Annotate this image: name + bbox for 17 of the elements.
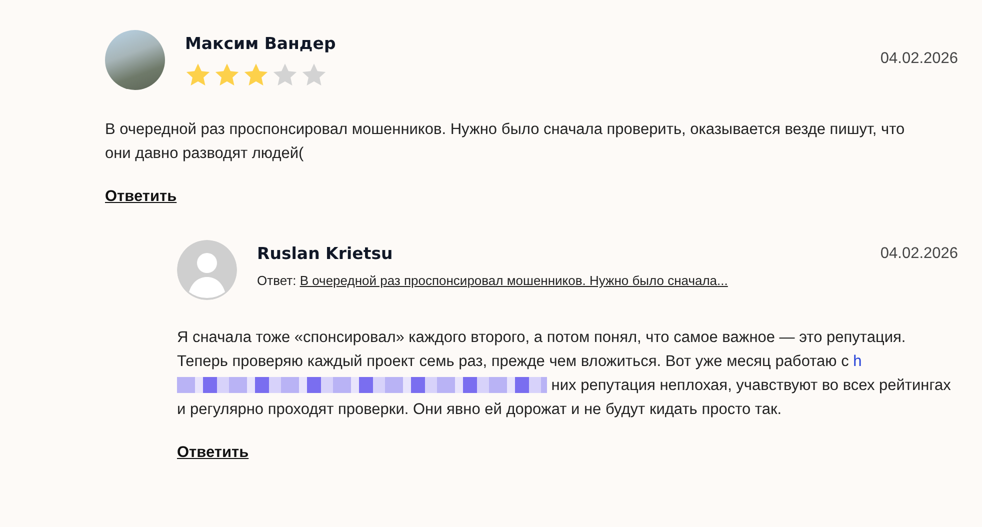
comment-date: 04.02.2026: [880, 244, 958, 263]
star-icon: [185, 62, 211, 88]
author-name: Ruslan Krietsu: [257, 244, 394, 263]
star-icon: [272, 62, 298, 88]
reply-to-link[interactable]: В очередной раз проспонсировал мошенников. Нужно было сначала...: [300, 273, 728, 288]
author-name: Максим Вандер: [185, 34, 337, 53]
star-icon: [243, 62, 269, 88]
star-icon: [301, 62, 327, 88]
avatar-silhouette-icon: [177, 240, 237, 300]
reply-link[interactable]: Ответить: [105, 188, 177, 206]
comment-text: Я сначала тоже «спонсировал» каждого второго, а потом понял, что самое важное — это репутация. Теперь проверяю каждый проект семь раз, прежде чем вложиться. Вот уже месяц работаю с h них репутация неплохая, учавствуют во всех рейтингах и регулярно проходят проверки. Они явно ей дорожат и не будут кидать просто так.: [177, 328, 952, 420]
reply-to-label: Ответ:: [257, 273, 296, 288]
text-link[interactable]: h: [853, 353, 862, 370]
reply-link[interactable]: Ответить: [177, 444, 249, 462]
comment-date: 04.02.2026: [880, 49, 958, 68]
comment-text: В очередной раз проспонсировал мошенников. Нужно было сначала проверить, оказывается везде пишут, что они давно разводят людей(: [105, 120, 906, 164]
star-icon: [214, 62, 240, 88]
